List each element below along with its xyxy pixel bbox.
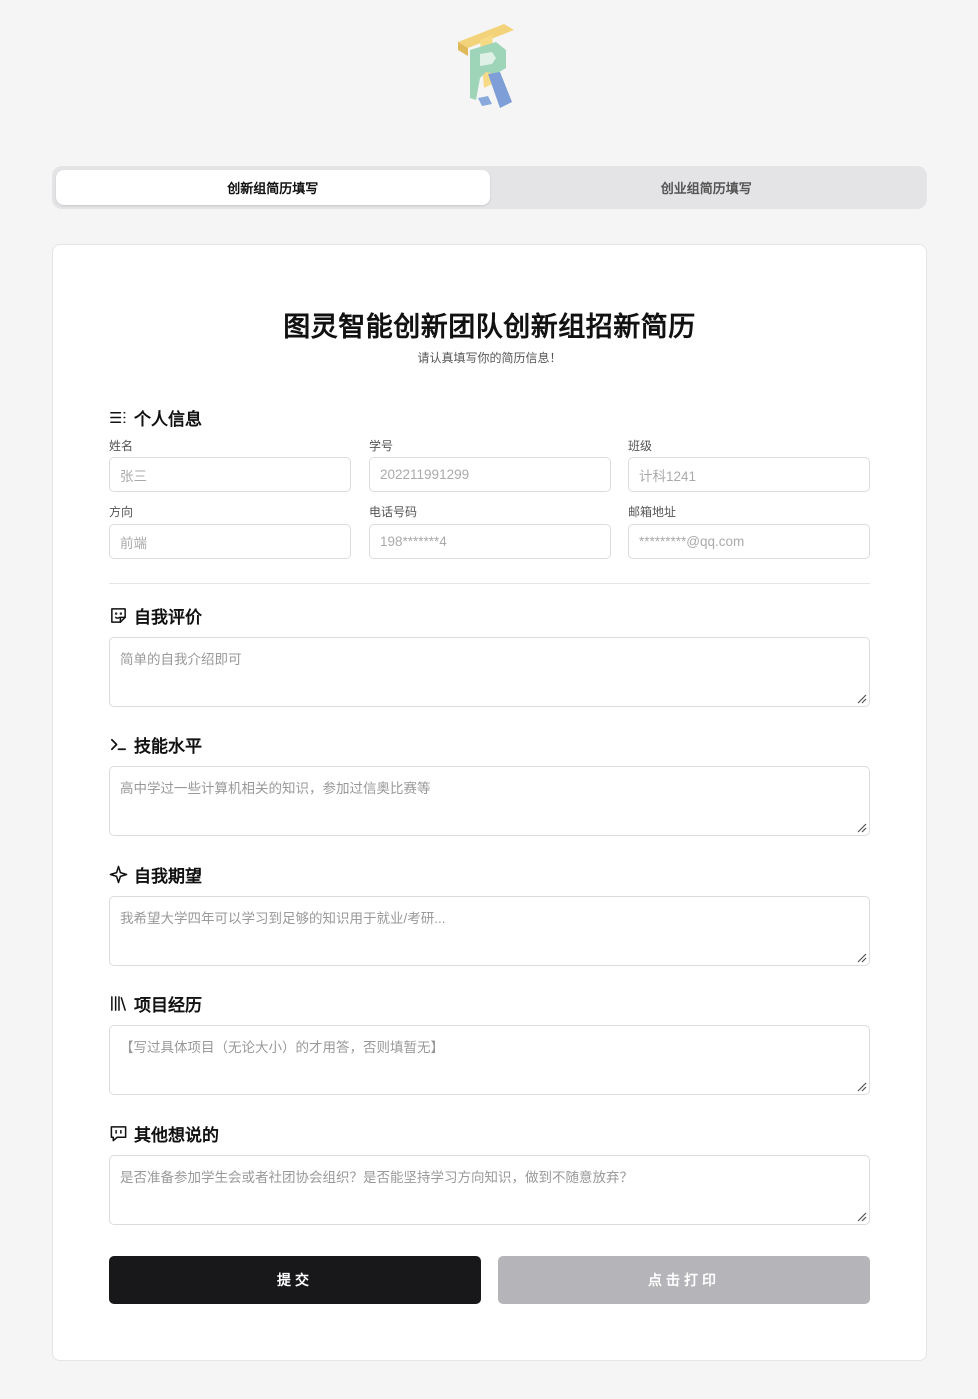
projects-textarea[interactable]: 【写过具体项目（无论大小）的才用答，否则填暂无】: [109, 1025, 870, 1095]
resize-handle-icon[interactable]: [857, 953, 867, 963]
library-icon: [111, 996, 126, 1011]
student-id-input[interactable]: 202211991299: [369, 457, 611, 492]
section-title: 项目经历: [134, 996, 202, 1015]
smile-square-icon: [111, 608, 126, 623]
form-title: 图灵智能创新团队创新组招新简历: [283, 312, 696, 342]
textarea-placeholder: 简单的自我介绍即可: [120, 652, 242, 667]
self-evaluation-textarea[interactable]: 简单的自我介绍即可: [109, 637, 870, 707]
expectations-textarea[interactable]: 我希望大学四年可以学习到足够的知识用于就业/考研...: [109, 896, 870, 966]
phone-input[interactable]: 198*******4: [369, 524, 611, 559]
resize-handle-icon[interactable]: [857, 823, 867, 833]
class-label: 班级: [628, 439, 653, 453]
direction-label: 方向: [109, 505, 134, 519]
skills-textarea[interactable]: 高中学过一些计算机相关的知识，参加过信奥比赛等: [109, 766, 870, 836]
section-title: 个人信息: [134, 410, 202, 429]
list-icon: [110, 411, 126, 424]
print-button[interactable]: 点击打印: [498, 1256, 870, 1304]
resize-handle-icon[interactable]: [857, 1212, 867, 1222]
section-personal-info: 个人信息: [109, 405, 202, 430]
textarea-placeholder: 是否准备参加学生会或者社团协会组织？是否能坚持学习方向知识，做到不随意放弃？: [120, 1170, 633, 1185]
message-icon: [110, 1126, 127, 1142]
section-title: 自我评价: [134, 608, 202, 627]
tab-innovation[interactable]: 创新组简历填写: [56, 170, 490, 205]
direction-input[interactable]: 前端: [109, 524, 351, 559]
section-other: 其他想说的: [109, 1121, 219, 1146]
tab-entrepreneurship[interactable]: 创业组简历填写: [490, 170, 924, 205]
resize-handle-icon[interactable]: [857, 1082, 867, 1092]
divider: [109, 583, 870, 584]
form-tabs: 创新组简历填写 创业组简历填写: [52, 166, 927, 209]
email-input[interactable]: *********@qq.com: [628, 524, 870, 559]
textarea-placeholder: 我希望大学四年可以学习到足够的知识用于就业/考研...: [120, 911, 446, 926]
section-expectations: 自我期望: [109, 862, 202, 887]
team-logo: [452, 20, 520, 112]
name-input[interactable]: 张三: [109, 457, 351, 492]
section-title: 其他想说的: [134, 1126, 219, 1145]
name-label: 姓名: [109, 439, 134, 453]
resume-form-card: 图灵智能创新团队创新组招新简历 请认真填写你的简历信息！ 个人信息 姓名 张三 …: [52, 244, 927, 1361]
email-label: 邮箱地址: [628, 505, 677, 519]
form-subtitle: 请认真填写你的简历信息！: [417, 351, 562, 365]
submit-button[interactable]: 提交: [109, 1256, 481, 1304]
sparkle-icon: [109, 865, 128, 884]
other-textarea[interactable]: 是否准备参加学生会或者社团协会组织？是否能坚持学习方向知识，做到不随意放弃？: [109, 1155, 870, 1225]
section-projects: 项目经历: [109, 991, 202, 1016]
resize-handle-icon[interactable]: [857, 694, 867, 704]
section-skills: 技能水平: [109, 732, 202, 757]
phone-label: 电话号码: [369, 505, 418, 519]
terminal-icon: [110, 738, 127, 751]
class-input[interactable]: 计科1241: [628, 457, 870, 492]
section-title: 自我期望: [134, 867, 202, 886]
textarea-placeholder: 高中学过一些计算机相关的知识，参加过信奥比赛等: [120, 781, 431, 796]
student-id-label: 学号: [369, 439, 394, 453]
textarea-placeholder: 【写过具体项目（无论大小）的才用答，否则填暂无】: [120, 1040, 444, 1055]
section-title: 技能水平: [134, 737, 202, 756]
section-self-evaluation: 自我评价: [109, 603, 202, 628]
